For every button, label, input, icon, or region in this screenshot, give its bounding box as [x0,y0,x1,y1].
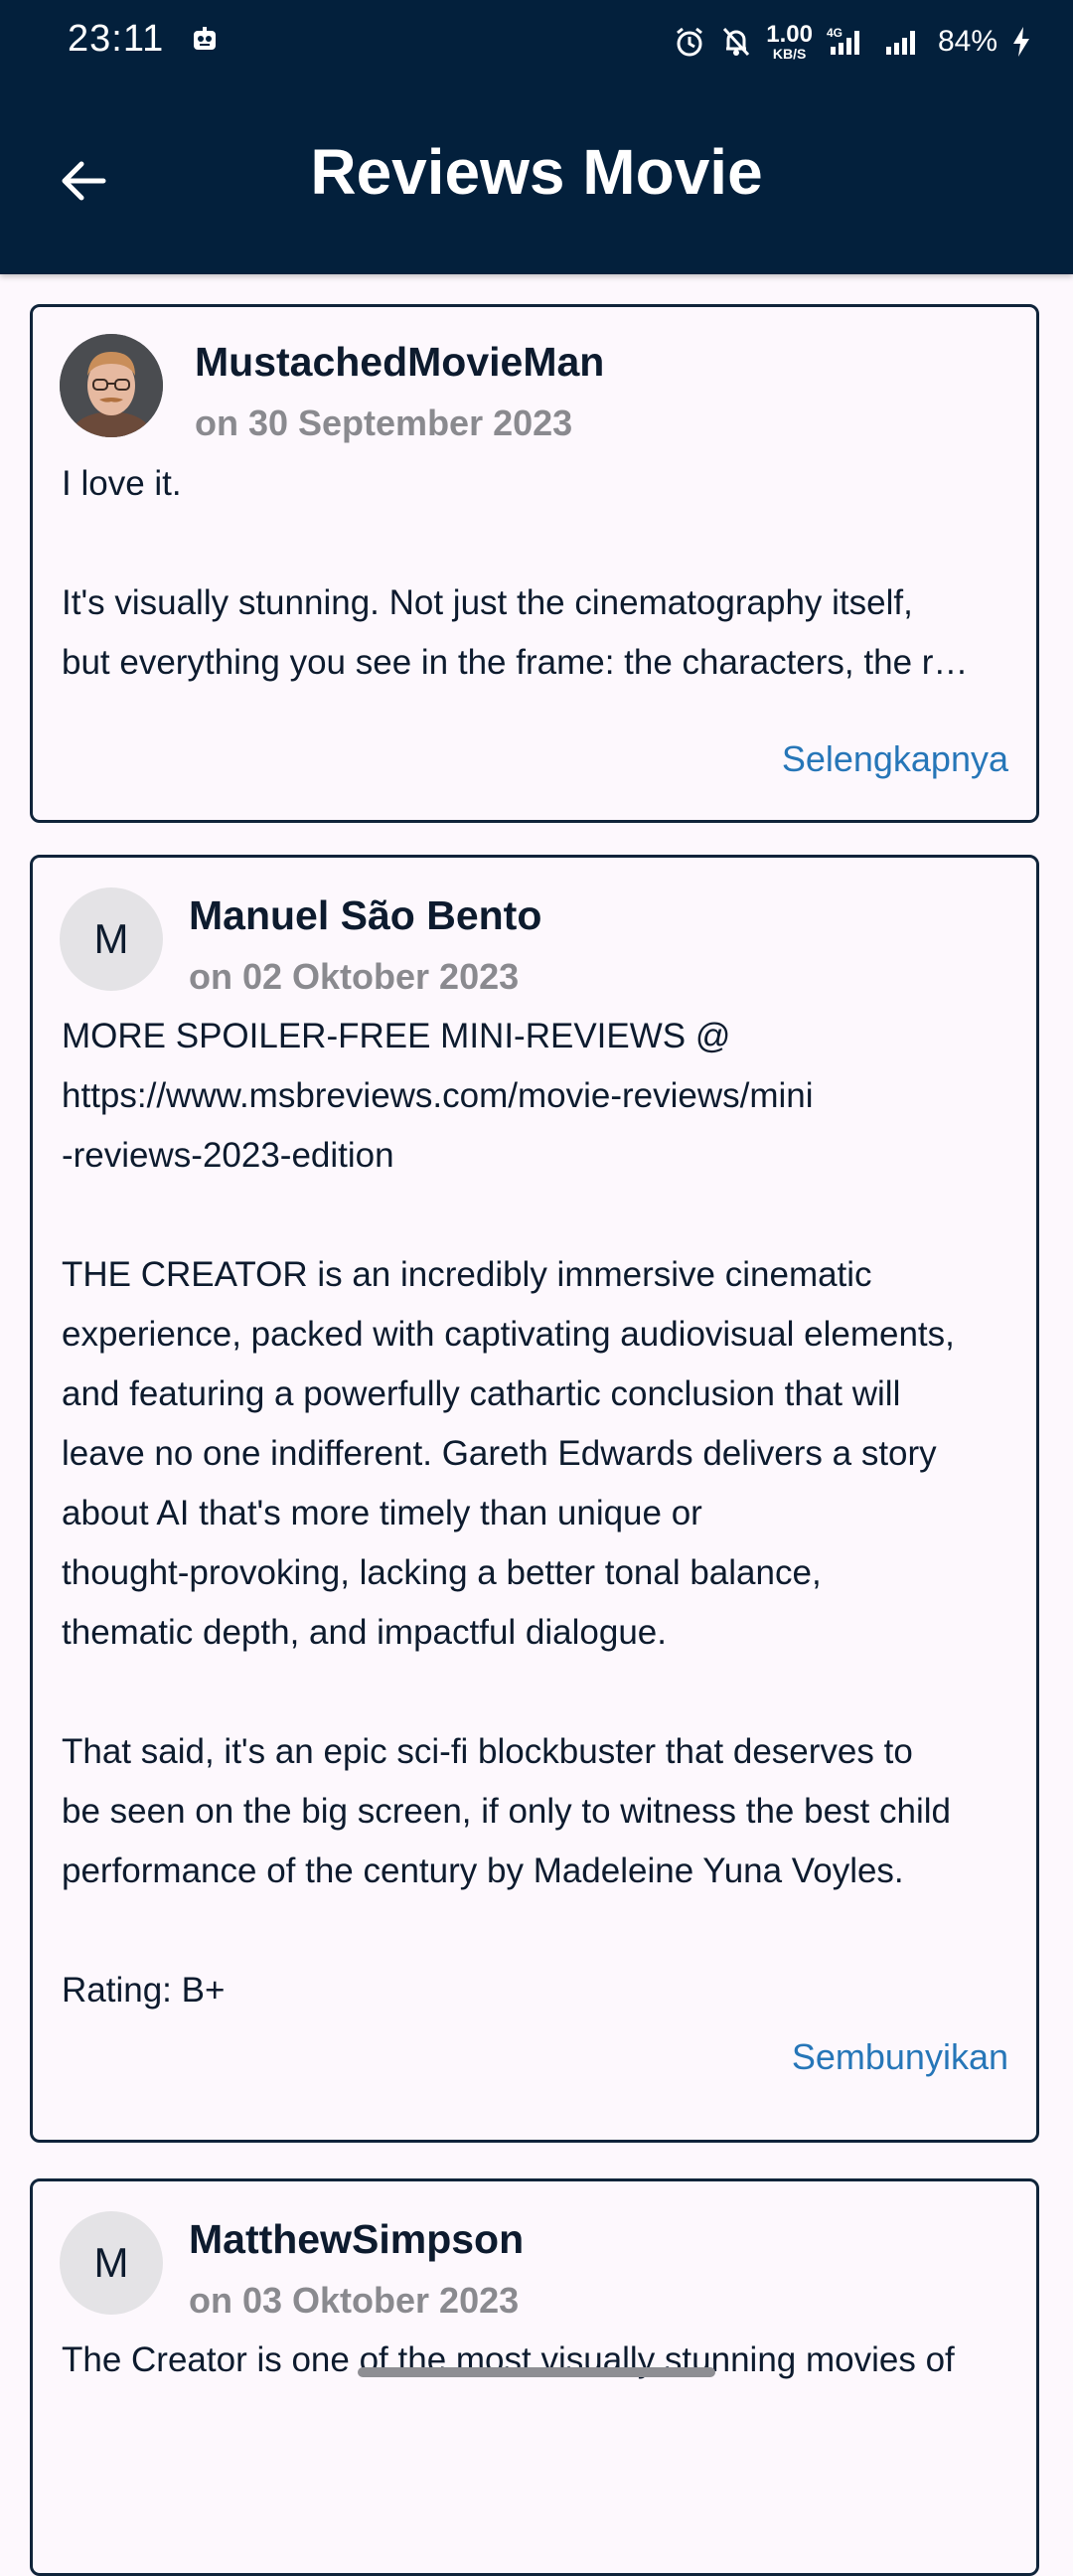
review-author: MustachedMovieMan [195,339,605,385]
review-card: MustachedMovieMan on 30 September 2023 I… [30,304,1039,823]
net-speed-unit: KB/S [772,46,807,62]
show-less-link[interactable]: Sembunyikan [792,2036,1008,2078]
avatar [60,334,163,437]
alarm-icon [673,25,706,59]
signal-4g-icon: 4G [827,25,870,59]
network-type-label: 4G [827,26,843,40]
app-header: Reviews Movie [0,83,1073,274]
review-author: MatthewSimpson [189,2216,525,2262]
home-indicator[interactable] [358,2367,715,2377]
review-text-line: MORE SPOILER-FREE MINI-REVIEWS @ [62,1017,731,1055]
review-text-line: about AI that's more timely than unique … [62,1494,702,1532]
net-speed: 1.00 KB/S [766,21,813,62]
review-card: M Manuel São Bento on 02 Oktober 2023 MO… [30,855,1039,2143]
review-text-line: It's visually stunning. Not just the cin… [62,583,913,622]
review-rating: Rating: B+ [62,1971,226,2010]
signal-icon [884,25,924,59]
top-app-bar: 23:11 1.00 KB/S 4G 84% Reviews Movie [0,0,1073,274]
review-text-line: thought-provoking, lacking a better tona… [62,1553,822,1592]
review-text-line: The Creator is one of the most visually … [62,2340,955,2379]
status-bar: 23:11 1.00 KB/S 4G 84% [0,0,1073,83]
avatar: M [60,887,163,991]
app-notification-icon [191,26,219,54]
read-more-link[interactable]: Selengkapnya [782,738,1008,780]
avatar: M [60,2211,163,2315]
status-time: 23:11 [68,18,165,60]
review-text-line: be seen on the big screen, if only to wi… [62,1792,951,1831]
net-speed-value: 1.00 [766,21,813,48]
review-author: Manuel São Bento [189,892,542,938]
review-text-line: That said, it's an epic sci-fi blockbust… [62,1732,913,1771]
review-date: on 02 Oktober 2023 [189,956,520,997]
review-text-line: leave no one indifferent. Gareth Edwards… [62,1434,937,1473]
review-date: on 03 Oktober 2023 [189,2280,520,2321]
review-card: M MatthewSimpson on 03 Oktober 2023 The … [30,2178,1039,2576]
bell-muted-icon [720,25,752,59]
charging-icon [1011,25,1031,59]
review-text-line: I love it. [62,464,182,503]
review-text-link[interactable]: https://www.msbreviews.com/movie-reviews… [62,1066,1015,1126]
review-text-line: experience, packed with captivating audi… [62,1315,955,1354]
battery-level: 84% [937,25,997,58]
review-text-line: but everything you see in the frame: the… [62,643,969,682]
review-text: The Creator is one of the most visually … [62,2331,1015,2390]
status-icons: 1.00 KB/S 4G 84% [673,16,1031,68]
review-text-line: thematic depth, and impactful dialogue. [62,1613,667,1652]
review-text-line: performance of the century by Madeleine … [62,1852,904,1890]
review-text-link[interactable]: -reviews-2023-edition [62,1126,1015,1186]
review-date: on 30 September 2023 [195,402,573,443]
review-text-line: THE CREATOR is an incredibly immersive c… [62,1255,872,1294]
review-text: I love it. It's visually stunning. Not j… [62,454,1015,693]
review-text: MORE SPOILER-FREE MINI-REVIEWS @ https:/… [62,1007,1015,2020]
review-text-line: and featuring a powerfully cathartic con… [62,1374,901,1413]
page-title: Reviews Movie [310,136,763,208]
